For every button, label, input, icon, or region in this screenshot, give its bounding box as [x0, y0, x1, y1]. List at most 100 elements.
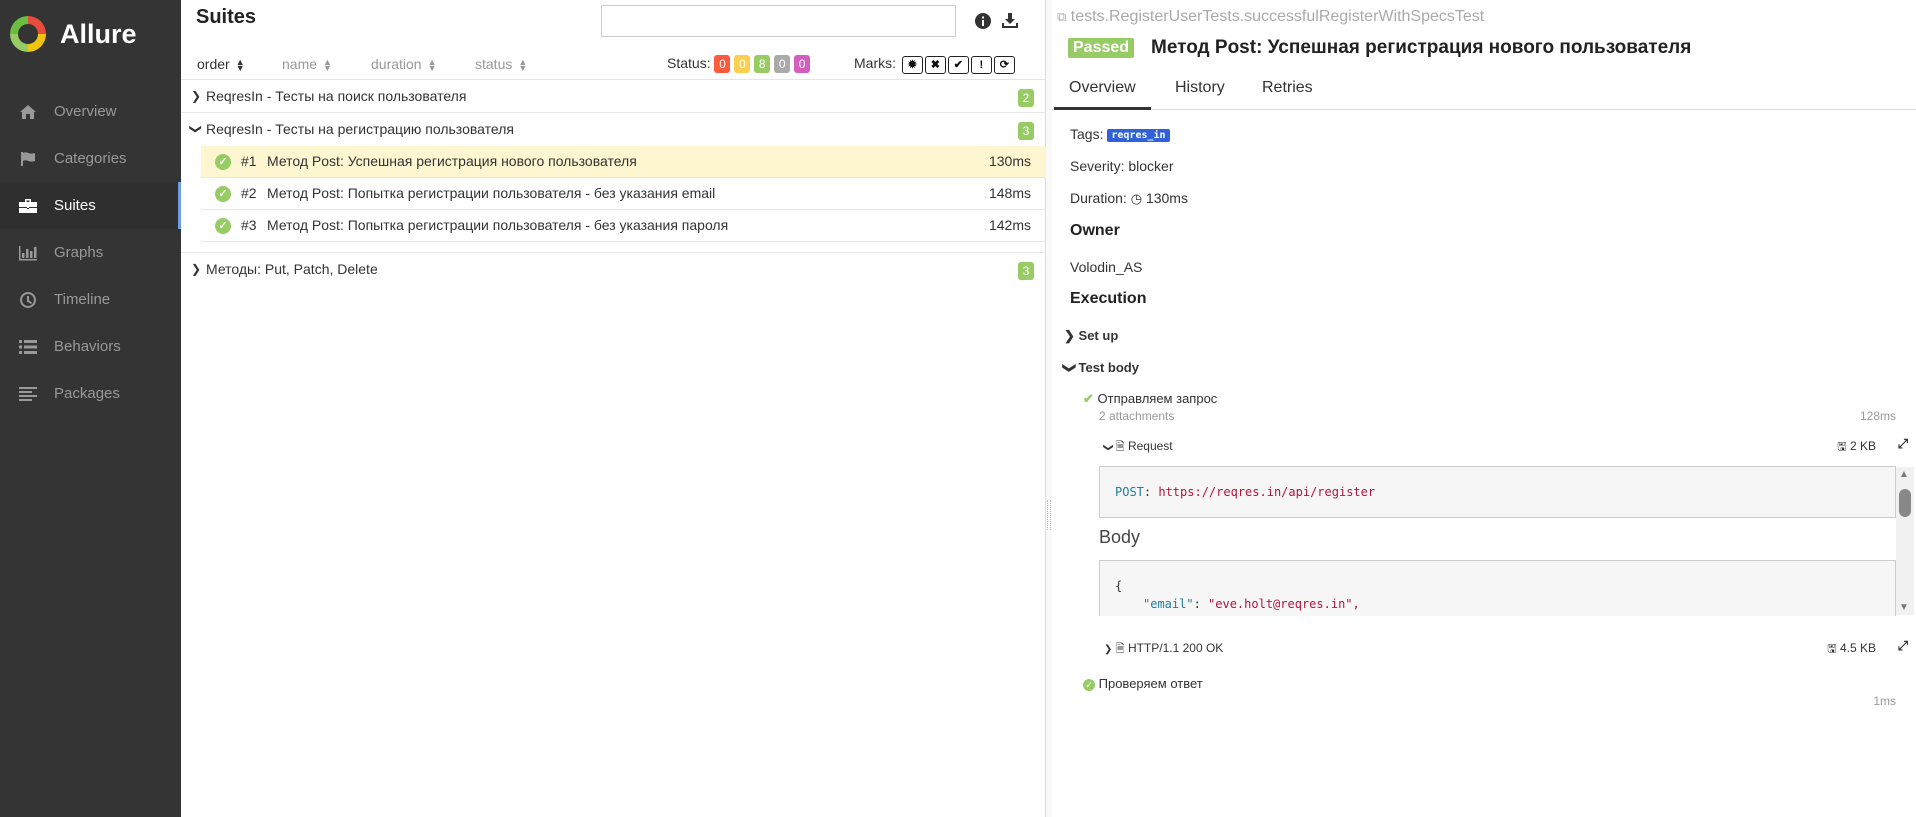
colon: : [1143, 485, 1159, 499]
broken-count-badge[interactable]: 0 [734, 55, 751, 73]
suite-group-name: Методы: Put, Patch, Delete [206, 261, 378, 277]
chevron-right-icon: ❯ [191, 262, 202, 276]
attachment-size: 🖫 2 KB [1837, 438, 1876, 457]
attachment-request[interactable]: ❯ 🗎 Request [1103, 438, 1173, 457]
test-row[interactable]: ✓ #1 Метод Post: Успешная регистрация но… [201, 146, 1046, 178]
flag-icon [17, 150, 39, 168]
step-send-request[interactable]: ✔ Отправляем запрос [1083, 391, 1217, 407]
sort-arrows-icon: ▲ ▼ [518, 57, 528, 74]
sort-arrows-icon: ▲ ▼ [427, 57, 437, 74]
size-value: 4.5 KB [1839, 641, 1876, 655]
tags-label: Tags: [1070, 126, 1104, 142]
file-icon: 🗎 [1115, 441, 1125, 453]
tag-badge: reqres_in [1107, 128, 1170, 142]
sidebar-item-suites[interactable]: Suites [0, 182, 181, 229]
scroll-down-icon[interactable]: ▼ [1899, 602, 1909, 613]
test-full-path[interactable]: ⧉ tests.RegisterUserTests.successfulRegi… [1057, 8, 1484, 26]
sidebar-item-categories[interactable]: Categories [0, 135, 181, 182]
tags-row: Tags: reqres_in [1070, 126, 1170, 142]
suite-group[interactable]: ❯ ReqresIn - Тесты на поиск пользователя… [181, 80, 1046, 113]
scroll-up-icon[interactable]: ▲ [1899, 469, 1909, 480]
marks-label: Marks: [854, 55, 896, 71]
flaky-icon[interactable]: ✹ [901, 56, 923, 74]
test-duration: 142ms [988, 217, 1031, 233]
sidebar-item-behaviors[interactable]: Behaviors [0, 323, 181, 370]
test-row[interactable]: ✓ #3 Метод Post: Попытка регистрации пол… [201, 210, 1046, 242]
sidebar-item-packages[interactable]: Packages [0, 370, 181, 417]
sort-name[interactable]: name ▲ ▼ [282, 56, 332, 74]
sidebar-item-timeline[interactable]: Timeline [0, 276, 181, 323]
file-icon: 🗎 [1115, 643, 1125, 655]
sort-arrows-icon: ▲ ▼ [323, 57, 332, 74]
owner-value: Volodin_AS [1070, 259, 1143, 275]
new-passed-icon[interactable]: ✔ [947, 56, 969, 74]
body-heading: Body [1099, 527, 1141, 547]
attachment-response[interactable]: ❯ 🗎 HTTP/1.1 200 OK [1104, 640, 1223, 659]
retries-icon[interactable]: ⟳ [993, 56, 1015, 74]
suites-pane: Suites order ▲ ▼ name ▲ ▼ duration ▲ ▼ status ▲… [181, 0, 1046, 817]
sidebar-item-label: Behaviors [54, 338, 121, 355]
test-name: Метод Post: Попытка регистрации пользова… [267, 185, 716, 201]
test-number: #1 [241, 153, 257, 169]
briefcase-icon [17, 197, 39, 215]
sort-status[interactable]: status ▲ ▼ [475, 56, 528, 74]
tab-overview[interactable]: Overview [1054, 79, 1151, 110]
search-input[interactable] [601, 5, 956, 37]
new-failed-icon[interactable]: ✖ [924, 56, 946, 74]
tab-history[interactable]: History [1160, 79, 1240, 110]
splitter-grip[interactable] [1047, 500, 1051, 530]
test-duration: 130ms [988, 153, 1031, 169]
sidebar-item-overview[interactable]: Overview [0, 88, 181, 135]
sidebar-item-graphs[interactable]: Graphs [0, 229, 181, 276]
new-broken-icon[interactable]: ! [970, 56, 992, 74]
attachment-scrollbar[interactable]: ▲ ▼ [1896, 467, 1914, 615]
tab-retries[interactable]: Retries [1247, 79, 1328, 110]
expand-icon[interactable]: ⤢ [1898, 638, 1908, 654]
skipped-count-badge[interactable]: 0 [774, 55, 791, 73]
sidebar-item-label: Overview [54, 103, 117, 120]
test-row[interactable]: ✓ #2 Метод Post: Попытка регистрации пол… [201, 178, 1046, 210]
suite-count-badge: 3 [1018, 122, 1034, 140]
test-body-section[interactable]: ❯ Test body [1062, 360, 1139, 376]
save-icon[interactable]: 🖫 [1827, 643, 1836, 655]
download-icon[interactable] [999, 10, 1021, 32]
json-value: "eve.holt@reqres.in", [1208, 597, 1360, 611]
scroll-thumb[interactable] [1899, 489, 1911, 517]
sort-duration[interactable]: duration ▲ ▼ [371, 56, 437, 74]
clock-icon: ◷ [1130, 191, 1143, 206]
sort-label: status [475, 56, 513, 72]
unknown-count-badge[interactable]: 0 [794, 55, 811, 73]
passed-icon: ✓ [1083, 679, 1095, 691]
passed-count-badge[interactable]: 8 [754, 55, 771, 73]
http-method: POST [1115, 485, 1144, 499]
step-name: Проверяем ответ [1098, 676, 1203, 691]
allure-logo[interactable]: Allure [10, 14, 137, 54]
test-name: Метод Post: Попытка регистрации пользова… [267, 217, 729, 233]
info-icon[interactable] [972, 10, 994, 32]
json-brace: { [1115, 579, 1123, 593]
failed-count-badge[interactable]: 0 [714, 55, 731, 73]
setup-section[interactable]: ❯ Set up [1064, 328, 1118, 344]
copy-icon[interactable]: ⧉ [1057, 9, 1066, 24]
page-title: Suites [196, 6, 257, 28]
test-number: #2 [241, 185, 257, 201]
status-badge: Passed [1068, 38, 1135, 58]
suite-group[interactable]: ❯ ReqresIn - Тесты на регистрацию пользо… [181, 113, 1046, 146]
sidebar-item-label: Suites [54, 197, 96, 214]
json-key: "email" [1143, 597, 1194, 611]
suite-count-badge: 3 [1018, 262, 1034, 280]
test-name: Метод Post: Успешная регистрация нового … [267, 153, 637, 169]
attachment-size: 🖫 4.5 KB [1827, 640, 1876, 659]
chevron-right-icon: ❯ [1064, 328, 1075, 343]
passed-icon: ✓ [215, 186, 231, 202]
sidebar-item-label: Graphs [54, 244, 104, 261]
suite-group-name: ReqresIn - Тесты на поиск пользователя [206, 88, 467, 104]
allure-app: Allure Overview Categories Suites Graphs… [0, 0, 1916, 817]
expand-icon[interactable]: ⤢ [1898, 436, 1908, 452]
chevron-right-icon: ❯ [1104, 644, 1113, 655]
sort-order[interactable]: order ▲ ▼ [197, 56, 245, 73]
step-name: Отправляем запрос [1097, 391, 1218, 406]
step-check-response[interactable]: ✓ Проверяем ответ [1083, 676, 1203, 691]
save-icon[interactable]: 🖫 [1837, 441, 1846, 453]
suite-group[interactable]: ❯ Методы: Put, Patch, Delete 3 [181, 252, 1046, 285]
